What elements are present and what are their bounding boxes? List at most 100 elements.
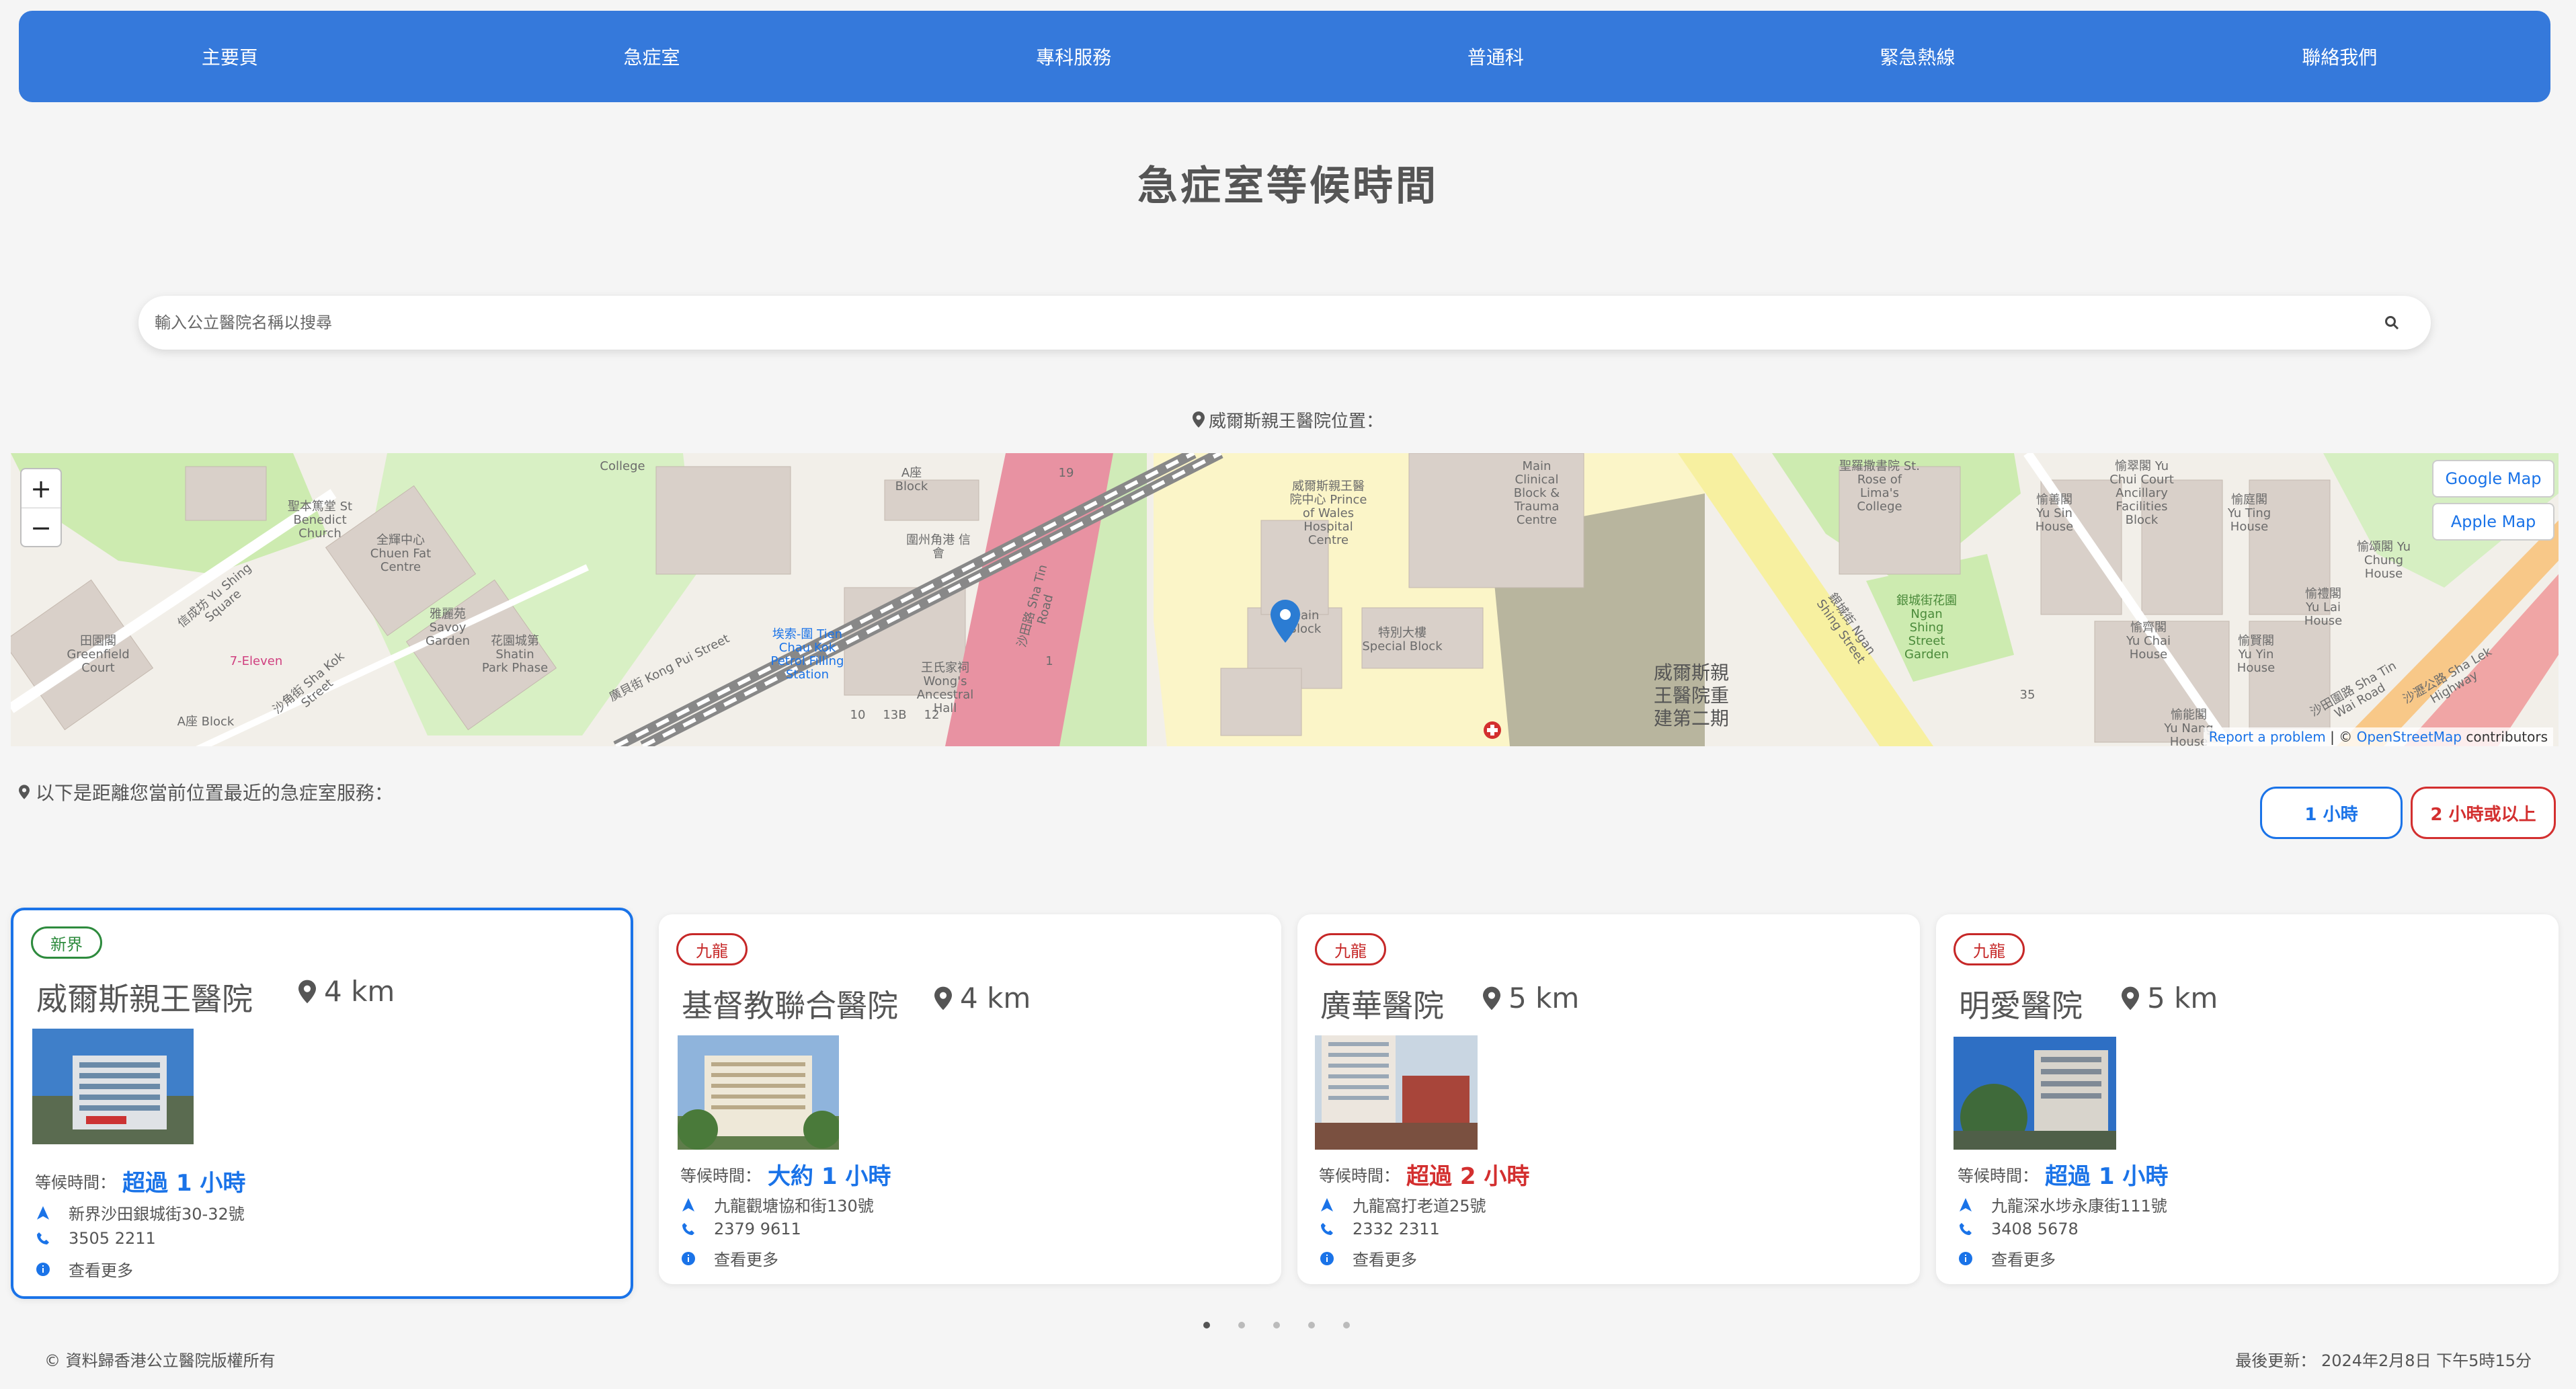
- navigation-arrow-icon: [680, 1197, 696, 1213]
- more-row[interactable]: 查看更多: [680, 1246, 778, 1270]
- wait-value: 超過 2 小時: [1406, 1163, 1530, 1190]
- map-label-yu-lai: 愉禮閣 Yu Lai House: [2304, 587, 2343, 628]
- nav-item-hotline[interactable]: 緊急熱線: [1707, 11, 2129, 102]
- map-view[interactable]: College Main Block 特別大樓 Special Block 威爾…: [11, 453, 2559, 746]
- nav-item-emergency[interactable]: 急症室: [441, 11, 863, 102]
- nav-item-specialist[interactable]: 專科服務: [862, 11, 1285, 102]
- nav-item-contact[interactable]: 聯絡我們: [2128, 11, 2550, 102]
- distance: 5 km: [1483, 982, 1579, 1015]
- hospital-card[interactable]: 九龍 明愛醫院 5 km 等候時間： 超過 1 小時 九龍深水埗永康街111號 …: [1936, 914, 2559, 1284]
- map-label-phase2: 威爾斯親王醫院重建第二期: [1653, 662, 1729, 729]
- hospital-card[interactable]: 九龍 廣華醫院 5 km 等候時間： 超過 2 小時 九龍窩打老道25號 233…: [1297, 914, 1920, 1284]
- wait-label: 等候時間：: [680, 1166, 761, 1185]
- phone-text[interactable]: 3408 5678: [1991, 1220, 2079, 1238]
- location-label-text: 威爾斯親王醫院位置：: [1208, 411, 1383, 432]
- map-label-yu-chung: 愉頌閣 Yu Chung House: [2356, 540, 2411, 581]
- info-icon: [680, 1251, 696, 1267]
- phone-row: 2379 9611: [680, 1220, 801, 1238]
- hospital-card[interactable]: 新界 威爾斯親王醫院 4 km 等候時間： 超過 1 小時 新界沙田銀城街30-…: [11, 908, 633, 1299]
- map-label-yu-yin: 愉賢閣 Yu Yin House: [2237, 634, 2276, 675]
- more-row[interactable]: 查看更多: [1319, 1246, 1417, 1270]
- hospital-name: 威爾斯親王醫院: [36, 981, 253, 1017]
- map-label-num-13b: 13B: [883, 708, 907, 722]
- wait-label: 等候時間：: [1958, 1166, 2038, 1185]
- map-label-chuen-fat: 全輝中心 Chuen Fat Centre: [370, 533, 432, 574]
- address-text: 九龍窩打老道25號: [1353, 1197, 1486, 1216]
- address-row: 九龍觀塘協和街130號: [680, 1193, 874, 1216]
- phone-row: 3505 2211: [35, 1229, 156, 1248]
- region-badge: 九龍: [1954, 933, 2025, 965]
- map-label-num-12: 12: [924, 708, 940, 722]
- pagination-dot[interactable]: [1273, 1322, 1280, 1328]
- search-icon[interactable]: [2380, 311, 2404, 335]
- pagination-dot[interactable]: [1343, 1322, 1350, 1328]
- zoom-out-button[interactable]: −: [22, 508, 61, 547]
- phone-row: 2332 2311: [1319, 1220, 1440, 1238]
- location-pin-icon: [298, 980, 316, 1003]
- nav-item-home[interactable]: 主要頁: [19, 11, 441, 102]
- map-label-petrol: 埃索-圍 Tien Chau Kok Petrol Filling Statio…: [770, 627, 844, 682]
- map-label-yu-chai: 愉齊閣 Yu Chai House: [2126, 621, 2171, 662]
- phone-icon: [35, 1230, 51, 1246]
- address-text: 九龍深水埗永康街111號: [1991, 1197, 2167, 1216]
- info-icon: [1958, 1251, 1974, 1267]
- address-row: 新界沙田銀城街30-32號: [35, 1201, 245, 1224]
- hospital-map-marker-icon[interactable]: [1271, 600, 1300, 645]
- footer-copyright: © 資料歸香港公立醫院版權所有: [44, 1351, 276, 1370]
- navigation-arrow-icon: [1958, 1197, 1974, 1213]
- map-label-st-rose: 聖羅撒書院 St. Rose of Lima's College: [1839, 459, 1920, 514]
- map-label-num-1: 1: [1045, 654, 1053, 668]
- page-title: 急症室等候時間: [1137, 163, 1439, 210]
- zoom-in-button[interactable]: +: [22, 469, 61, 508]
- map-label-num-10: 10: [850, 708, 866, 722]
- location-pin-icon: [2122, 986, 2139, 1010]
- map-label-yu-sin: 愉善閣 Yu Sin House: [2035, 493, 2074, 534]
- attribution-tail: contributors: [2462, 729, 2548, 745]
- report-problem-link[interactable]: Report a problem: [2209, 729, 2326, 745]
- phone-text[interactable]: 3505 2211: [69, 1229, 156, 1248]
- zoom-control: + −: [20, 468, 62, 547]
- pagination-dot[interactable]: [1203, 1322, 1210, 1328]
- wait-value: 超過 1 小時: [2045, 1163, 2169, 1190]
- more-link[interactable]: 查看更多: [69, 1257, 133, 1281]
- hospital-card[interactable]: 九龍 基督教聯合醫院 4 km 等候時間： 大約 1 小時 九龍觀塘協和街130…: [659, 914, 1281, 1284]
- more-link[interactable]: 查看更多: [714, 1246, 778, 1270]
- distance: 5 km: [2122, 982, 2218, 1015]
- apple-map-button[interactable]: Apple Map: [2432, 503, 2554, 541]
- distance-value: 4 km: [324, 975, 395, 1008]
- info-icon: [35, 1261, 51, 1277]
- wait-time: 等候時間： 超過 1 小時: [1958, 1158, 2168, 1191]
- filter-one-hour-button[interactable]: 1 小時: [2260, 787, 2403, 839]
- address-row: 九龍窩打老道25號: [1319, 1193, 1486, 1216]
- more-row[interactable]: 查看更多: [1958, 1246, 2056, 1270]
- nearest-label-text: 以下是距離您當前位置最近的急症室服務：: [35, 782, 393, 804]
- top-nav: 主要頁 急症室 專科服務 普通科 緊急熱線 聯絡我們: [19, 11, 2550, 102]
- navigation-arrow-icon: [35, 1205, 51, 1221]
- phone-text[interactable]: 2379 9611: [714, 1220, 801, 1238]
- phone-text[interactable]: 2332 2311: [1353, 1220, 1440, 1238]
- wait-label: 等候時間：: [1319, 1166, 1400, 1185]
- map-label-st-benedict: 聖本篤堂 St Benedict Church: [287, 500, 353, 541]
- location-pin-icon: [1483, 986, 1500, 1010]
- more-link[interactable]: 查看更多: [1991, 1246, 2056, 1270]
- more-link[interactable]: 查看更多: [1353, 1246, 1417, 1270]
- nearest-label: 以下是距離您當前位置最近的急症室服務：: [19, 779, 393, 805]
- map-label-wongs-hall: 王氏家祠 Wong's Ancestral Hall: [916, 661, 974, 715]
- hospital-photo: [678, 1035, 839, 1150]
- distance-value: 4 km: [960, 982, 1031, 1015]
- phone-icon: [680, 1221, 696, 1237]
- map-label-7eleven: 7-Eleven: [229, 654, 283, 668]
- osm-link[interactable]: OpenStreetMap: [2357, 729, 2462, 745]
- google-map-button[interactable]: Google Map: [2432, 460, 2554, 498]
- nav-item-general[interactable]: 普通科: [1285, 11, 1707, 102]
- filter-two-hours-button[interactable]: 2 小時或以上: [2411, 787, 2556, 839]
- wait-value: 超過 1 小時: [122, 1170, 246, 1197]
- map-label-a-block: A座 Block: [177, 715, 235, 729]
- search-input[interactable]: [155, 313, 2380, 332]
- distance-value: 5 km: [1508, 982, 1580, 1015]
- hospital-photo: [1315, 1035, 1478, 1150]
- more-row[interactable]: 查看更多: [35, 1257, 133, 1281]
- map-label-yu-chui: 愉翠閣 Yu Chui Court Ancillary Facilities B…: [2109, 459, 2174, 527]
- pagination-dot[interactable]: [1238, 1322, 1245, 1328]
- pagination-dot[interactable]: [1308, 1322, 1315, 1328]
